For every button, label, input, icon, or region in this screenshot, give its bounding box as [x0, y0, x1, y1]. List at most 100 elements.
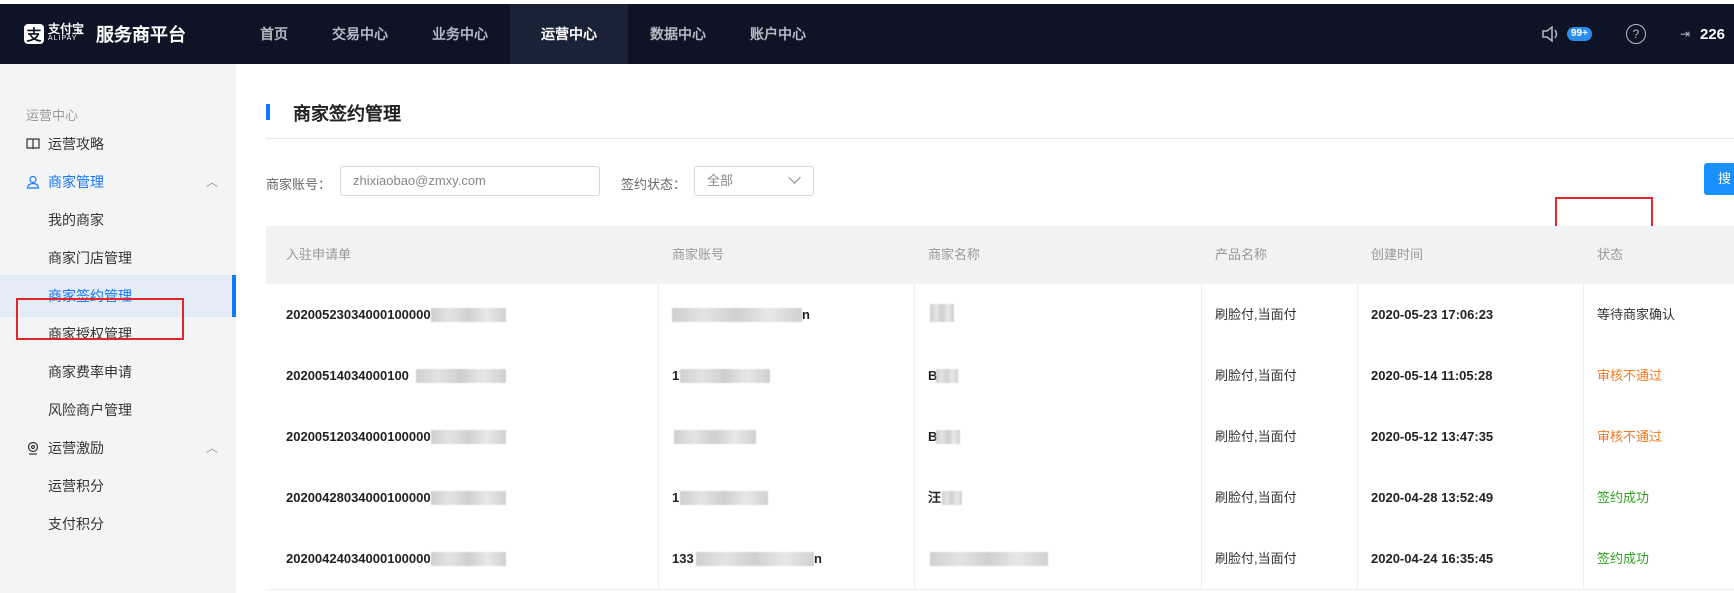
redacted-blur: [431, 552, 506, 566]
column-header-merchant-name: 商家名称: [928, 247, 981, 262]
sidebar-item-label: 商家门店管理: [48, 250, 132, 266]
sidebar-item-label: 运营积分: [48, 478, 104, 494]
table-row[interactable]: 20200512034000100000 B 刷脸付,当面付 2020-05-1…: [266, 406, 1734, 468]
sidebar-item-store-management[interactable]: 商家门店管理: [0, 237, 236, 279]
chevron-down-icon: [788, 171, 801, 184]
merchant-account-value: zhixiaobao@zmxy.com: [353, 173, 486, 188]
status-text: 审核不通过: [1597, 429, 1663, 444]
logout-icon[interactable]: ⇥: [1680, 27, 1690, 41]
merchant-account: 133: [672, 551, 694, 566]
application-id: 20200512034000100000: [286, 429, 431, 444]
sidebar-item-guide[interactable]: 运营攻略: [0, 123, 236, 165]
signing-status-select[interactable]: 全部: [694, 166, 814, 196]
sidebar-item-my-merchants[interactable]: 我的商家: [0, 199, 236, 241]
sidebar-item-label: 商家管理: [48, 174, 104, 190]
sidebar-item-label: 运营激励: [48, 440, 104, 456]
redacted-blur: [431, 308, 506, 322]
page-title: 商家签约管理: [293, 104, 401, 124]
product-name: 刷脸付,当面付: [1215, 490, 1297, 505]
application-id: 20200424034000100000: [286, 551, 431, 566]
chevron-up-icon[interactable]: ︿: [206, 161, 218, 203]
merchant-account-suffix: n: [814, 551, 822, 566]
redacted-blur: [696, 552, 814, 566]
product-name: 刷脸付,当面付: [1215, 307, 1297, 322]
book-icon: [26, 138, 40, 150]
application-id: 20200523034000100000: [286, 307, 431, 322]
nav-data-center[interactable]: 数据中心: [628, 4, 728, 64]
help-icon[interactable]: ?: [1625, 24, 1646, 44]
speaker-icon[interactable]: [1541, 24, 1563, 44]
merchant-account: 1: [672, 490, 680, 505]
sidebar-group-operation-incentives[interactable]: 运营激励 ︿: [0, 427, 236, 469]
status-text: 签约成功: [1597, 551, 1650, 566]
redacted-blur: [431, 491, 506, 505]
created-time: 2020-05-14 11:05:28: [1371, 368, 1493, 383]
status-filter-label: 签约状态：: [621, 177, 687, 192]
top-navbar: 支 支付宝 ALIPAY 服务商平台 首页 交易中心 业务中心 运营中心 数据中…: [0, 4, 1734, 64]
search-button-label: 搜: [1718, 171, 1732, 186]
nav-operations-center[interactable]: 运营中心: [510, 4, 628, 64]
app-title: 服务商平台: [96, 25, 187, 45]
nav-trade-center[interactable]: 交易中心: [310, 4, 410, 64]
sidebar-section-title: 运营中心: [26, 108, 79, 123]
gift-icon: [27, 441, 39, 455]
status-text: 签约成功: [1597, 490, 1650, 505]
user-icon: [26, 175, 40, 189]
sidebar-item-label: 支付积分: [48, 516, 104, 532]
table-row[interactable]: 20200428034000100000 1 汪 刷脸付,当面付 2020-04…: [266, 467, 1734, 529]
notification-badge[interactable]: 99+: [1566, 27, 1592, 41]
user-account[interactable]: 226: [1700, 26, 1734, 43]
product-name: 刷脸付,当面付: [1215, 368, 1297, 383]
table-row[interactable]: 20200514034000100 1 B 刷脸付,当面付 2020-05-14…: [266, 345, 1734, 407]
main-nav: 首页 交易中心 业务中心 运营中心 数据中心 账户中心: [238, 4, 828, 64]
column-header-product: 产品名称: [1215, 247, 1268, 262]
table-row[interactable]: 20200424034000100000 133 n 刷脸付,当面付 2020-…: [266, 528, 1734, 590]
created-time: 2020-04-28 13:52:49: [1371, 490, 1494, 505]
alipay-logo-icon: 支: [24, 24, 44, 44]
created-time: 2020-05-12 13:47:35: [1371, 429, 1494, 444]
sidebar-item-label: 运营攻略: [48, 136, 104, 152]
product-name: 刷脸付,当面付: [1215, 551, 1297, 566]
redacted-blur: [416, 369, 506, 383]
nav-account-center[interactable]: 账户中心: [728, 4, 828, 64]
redacted-blur: [680, 491, 768, 505]
top-right-tools: 99+ ? ⇥ 226: [1541, 4, 1734, 64]
sidebar-item-label: 我的商家: [48, 212, 104, 228]
status-text: 审核不通过: [1597, 368, 1663, 383]
sidebar-item-payment-points[interactable]: 支付积分: [0, 503, 236, 545]
column-header-account: 商家账号: [672, 247, 725, 262]
redacted-blur: [680, 369, 770, 383]
sidebar-item-risk-merchants[interactable]: 风险商户管理: [0, 389, 236, 431]
redacted-blur: [674, 430, 756, 444]
sidebar-item-operation-points[interactable]: 运营积分: [0, 465, 236, 507]
created-time: 2020-05-23 17:06:23: [1371, 307, 1494, 322]
merchant-account-input[interactable]: zhixiaobao@zmxy.com: [340, 166, 600, 196]
title-accent-bar: [266, 104, 270, 120]
status-text: 等待商家确认: [1597, 307, 1676, 322]
redacted-blur: [431, 430, 506, 444]
nav-business-center[interactable]: 业务中心: [410, 4, 510, 64]
column-header-created-time: 创建时间: [1371, 247, 1424, 262]
application-id: 20200428034000100000: [286, 490, 431, 505]
redacted-blur: [930, 552, 1048, 566]
product-name: 刷脸付,当面付: [1215, 429, 1297, 444]
logo[interactable]: 支 支付宝 ALIPAY 服务商平台: [24, 21, 238, 47]
column-header-application: 入驻申请单: [286, 247, 352, 262]
merchant-name: 汪: [928, 490, 942, 505]
logo-text: 支付宝 ALIPAY: [48, 22, 85, 44]
redacted-blur: [936, 430, 960, 444]
sidebar-item-rate-application[interactable]: 商家费率申请: [0, 351, 236, 393]
application-id: 20200514034000100: [286, 368, 409, 383]
nav-home[interactable]: 首页: [238, 4, 310, 64]
created-time: 2020-04-24 16:35:45: [1371, 551, 1494, 566]
table-row[interactable]: 20200523034000100000 n 刷脸付,当面付 2020-05-2…: [266, 284, 1734, 346]
table-header: 入驻申请单 商家账号 商家名称 产品名称 创建时间 状态: [266, 226, 1734, 284]
column-header-status[interactable]: 状态: [1597, 226, 1623, 284]
account-filter-label: 商家账号：: [266, 177, 332, 192]
sidebar-item-label: 风险商户管理: [48, 402, 132, 418]
sidebar-group-merchant-management[interactable]: 商家管理 ︿: [0, 161, 236, 203]
search-button[interactable]: 搜: [1704, 163, 1734, 195]
chevron-up-icon[interactable]: ︿: [206, 427, 218, 469]
logo-cn: 支付宝: [48, 22, 85, 36]
redacted-blur: [936, 369, 958, 383]
